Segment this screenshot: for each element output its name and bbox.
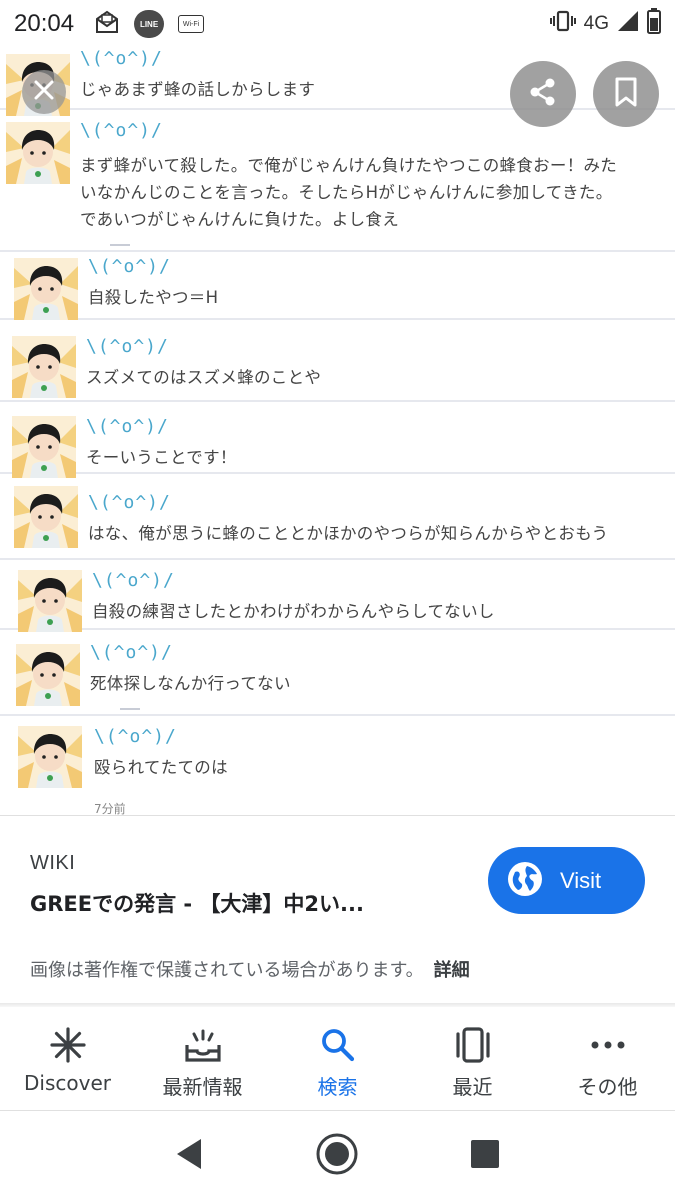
message-line: じゃあまず蜂の話しからします <box>80 80 316 99</box>
bookmark-button[interactable] <box>593 61 659 127</box>
user-name: \(^o^)/ <box>80 48 163 69</box>
chat-message: \(^o^)/ 殴られてたてのは 7分前 <box>0 718 675 815</box>
message-text: 自殺したやつ＝H <box>88 284 218 311</box>
user-name: \(^o^)/ <box>88 492 171 513</box>
line-app-label: LINE <box>139 19 159 29</box>
system-navigation-bar <box>0 1112 675 1200</box>
avatar <box>14 486 78 548</box>
notification-icons: LINE Wi-Fi <box>94 9 205 39</box>
message-text: はな、俺が思うに蜂のこととかほかのやつらが知らんからやとおもう <box>88 520 608 547</box>
bookmark-icon <box>612 76 640 112</box>
battery-icon <box>647 8 661 40</box>
message-line: 殴られてたてのは <box>94 758 228 777</box>
user-name: \(^o^)/ <box>94 726 177 747</box>
avatar <box>18 570 82 632</box>
message-line: 自殺したやつ＝H <box>88 288 219 307</box>
user-name: \(^o^)/ <box>80 120 163 141</box>
chat-message: \(^o^)/ 自殺の練習さしたとかわけがわからんやらしてないし <box>0 562 675 632</box>
vibrate-icon <box>549 9 576 39</box>
nav-search-label: 検索 <box>317 1075 358 1099</box>
chat-message: \(^o^)/ まず蜂がいて殺した。で俺がじゃんけん負けたやつこの蜂食おー！みたい… <box>0 112 675 252</box>
result-info-panel: WIKI GREEでの発言 - 【大津】中2い... Visit 画像は著作権で… <box>0 815 675 1007</box>
message-text: じゃあまず蜂の話しからします <box>80 76 315 103</box>
details-link[interactable]: 詳細 <box>434 960 470 981</box>
message-text: 死体探しなんか行ってない <box>90 670 291 697</box>
message-line: であいつがじゃんけんに負けた。よし食え <box>80 210 400 229</box>
message-line: 死体探しなんか行ってない <box>90 674 291 693</box>
nav-recent-label: 最近 <box>452 1075 493 1099</box>
chat-message: \(^o^)/ そーいうことです！ <box>0 404 675 478</box>
user-name: \(^o^)/ <box>88 256 171 277</box>
wifi-label: Wi-Fi <box>182 20 200 28</box>
avatar <box>16 644 80 706</box>
system-status-icons: 4G <box>549 8 661 40</box>
chat-message: \(^o^)/ 自殺したやつ＝H <box>0 252 675 320</box>
home-icon[interactable] <box>315 1132 359 1180</box>
recent-tabs-icon <box>453 1027 493 1063</box>
user-name: \(^o^)/ <box>86 336 169 357</box>
message-line: まず蜂がいて殺した。で俺がじゃんけん負けたやつこの蜂食おー！みた <box>80 156 618 175</box>
image-preview[interactable]: \(^o^)/ じゃあまず蜂の話しからします \(^o^)/ まず蜂がいて殺した。で俺… <box>0 48 675 815</box>
nav-discover-label: Discover <box>24 1071 111 1095</box>
overview-icon[interactable] <box>470 1139 500 1173</box>
message-timestamp: 7分前 <box>94 802 126 815</box>
mail-icon <box>94 9 120 39</box>
avatar <box>6 122 70 184</box>
chat-message: \(^o^)/ スズメてのはスズメ蜂のことや <box>0 322 675 402</box>
page-title-link[interactable]: GREEでの発言 - 【大津】中2い... <box>30 888 450 918</box>
nav-search[interactable]: 検索 <box>270 1007 405 1110</box>
chat-message: \(^o^)/ 死体探しなんか行ってない <box>0 632 675 716</box>
nav-discover[interactable]: Discover <box>0 1007 135 1110</box>
message-line: スズメてのはスズメ蜂のことや <box>86 368 322 387</box>
message-text: スズメてのはスズメ蜂のことや <box>86 364 321 391</box>
visit-button[interactable]: Visit <box>488 847 645 914</box>
asterisk-icon <box>49 1027 87 1063</box>
faint-mark <box>120 708 140 710</box>
avatar <box>14 258 78 320</box>
avatar <box>12 336 76 398</box>
message-text: 殴られてたてのは <box>94 754 228 781</box>
bottom-navigation: Discover 最新情報 検索 最近 その他 <box>0 1007 675 1111</box>
back-icon[interactable] <box>175 1137 205 1175</box>
user-name: \(^o^)/ <box>86 416 169 437</box>
close-button[interactable] <box>22 70 66 114</box>
user-name: \(^o^)/ <box>92 570 175 591</box>
search-icon <box>320 1027 356 1063</box>
user-name: \(^o^)/ <box>90 642 173 663</box>
message-line: いなかんじのことを言った。そしたらHがじゃんけんに参加してきた。 <box>80 183 613 202</box>
nav-updates[interactable]: 最新情報 <box>135 1007 270 1110</box>
more-dots-icon <box>590 1027 626 1063</box>
copyright-notice: 画像は著作権で保護されている場合があります。 詳細 <box>30 956 470 982</box>
updates-tray-icon <box>183 1027 223 1063</box>
avatar <box>12 416 76 478</box>
visit-label: Visit <box>560 867 602 893</box>
message-text: そーいうことです！ <box>86 444 237 471</box>
close-icon <box>32 78 56 106</box>
status-time: 20:04 <box>14 10 75 37</box>
globe-icon <box>506 860 544 902</box>
nav-recent[interactable]: 最近 <box>405 1007 540 1110</box>
message-line: 自殺の練習さしたとかわけがわからんやらしてないし <box>92 602 495 621</box>
copyright-text: 画像は著作権で保護されている場合があります。 <box>30 960 424 981</box>
source-label: WIKI <box>30 852 76 874</box>
status-bar: 20:04 LINE Wi-Fi 4G <box>0 0 675 48</box>
message-line: はな、俺が思うに蜂のこととかほかのやつらが知らんからやとおもう <box>88 524 609 543</box>
share-icon <box>527 76 559 112</box>
faint-mark <box>110 244 130 246</box>
avatar <box>18 726 82 788</box>
chat-message: \(^o^)/ はな、俺が思うに蜂のこととかほかのやつらが知らんからやとおもう <box>0 476 675 560</box>
message-text: まず蜂がいて殺した。で俺がじゃんけん負けたやつこの蜂食おー！みた いなかんじのこと… <box>80 152 617 233</box>
network-type: 4G <box>583 13 609 34</box>
message-line: そーいうことです！ <box>86 448 237 467</box>
line-app-icon: LINE <box>134 10 165 38</box>
wifi-icon: Wi-Fi <box>178 15 205 33</box>
share-button[interactable] <box>510 61 576 127</box>
nav-more[interactable]: その他 <box>540 1007 675 1110</box>
nav-more-label: その他 <box>577 1075 638 1099</box>
message-text: 自殺の練習さしたとかわけがわからんやらしてないし <box>92 598 495 625</box>
signal-icon <box>617 10 639 38</box>
nav-updates-label: 最新情報 <box>162 1075 243 1099</box>
